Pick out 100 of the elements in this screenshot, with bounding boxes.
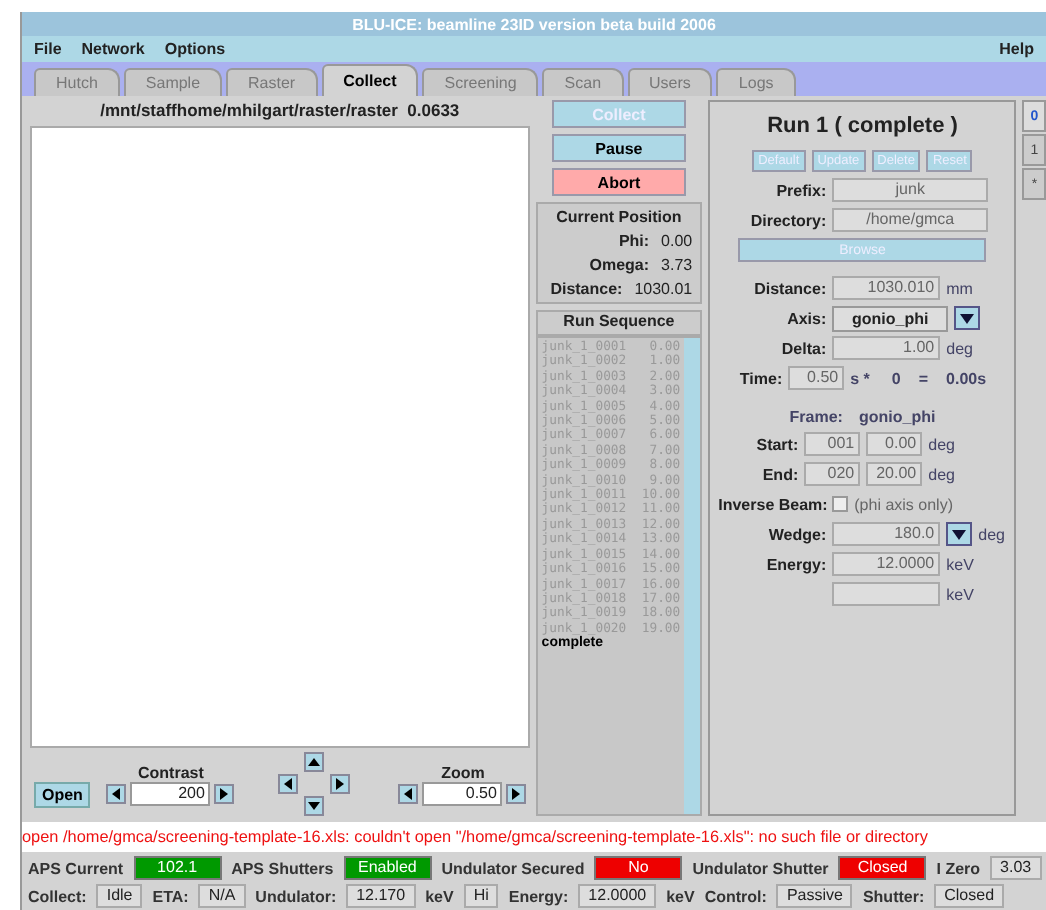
field-label: Delta:	[779, 339, 827, 357]
triangle-left-icon	[402, 787, 415, 799]
position-value: 3.73	[661, 256, 693, 274]
decrease-button[interactable]	[398, 783, 419, 803]
equals-sign: =	[918, 369, 929, 387]
field-label: Axis:	[785, 309, 827, 327]
menu-item[interactable]: Options	[164, 40, 226, 58]
status-value: Idle	[96, 884, 143, 908]
status-value: Hi	[463, 884, 499, 908]
unit-label: keV	[946, 555, 974, 573]
decrease-button[interactable]	[106, 783, 127, 803]
action-button[interactable]: Pause	[551, 134, 687, 162]
status-label: I Zero	[936, 859, 981, 877]
status-value: N/A	[198, 884, 246, 908]
status-indicator: 102.1	[133, 856, 222, 880]
distance-field[interactable]: 1030.010	[832, 276, 941, 300]
status-value: Passive	[776, 884, 853, 908]
inverse-beam-checkbox[interactable]	[832, 496, 849, 512]
status-value: Closed	[934, 884, 1005, 908]
tab[interactable]: Collect	[321, 64, 419, 96]
tab[interactable]: Sample	[123, 68, 223, 96]
field-label: Energy:	[764, 555, 827, 573]
angle-field[interactable]: 20.00	[866, 462, 923, 486]
tab[interactable]: Users	[627, 68, 713, 96]
triangle-down-icon	[308, 800, 321, 812]
field-label: Inverse Beam:	[718, 495, 827, 513]
total-time: 0.00s	[946, 369, 987, 387]
image-path: /mnt/staffhome/mhilgart/raster/raster 0.0633	[98, 100, 462, 122]
left-button[interactable]	[278, 774, 299, 794]
increase-button[interactable]	[214, 783, 235, 803]
field-label: Distance:	[752, 279, 827, 297]
angle-field[interactable]: 0.00	[866, 432, 923, 456]
checkbox-note: (phi axis only)	[854, 495, 953, 513]
tab[interactable]: Scan	[542, 68, 624, 96]
unit-label: deg	[946, 339, 973, 357]
status-label: Shutter:	[862, 887, 925, 905]
status-value: 12.170	[346, 884, 416, 908]
unit-label: deg	[978, 525, 1005, 543]
status-label: APS Current	[28, 859, 124, 877]
time-field[interactable]: 0.50	[788, 366, 845, 390]
tab[interactable]: Hutch	[34, 68, 120, 96]
field-label: Time:	[737, 369, 783, 387]
frame-field[interactable]: 020	[804, 462, 861, 486]
column-header: Frame:	[789, 408, 843, 426]
frame-field[interactable]: 001	[804, 432, 861, 456]
status-label: Control:	[704, 887, 767, 905]
window-title: BLU-ICE: beamline 23ID version beta build 2006	[22, 12, 1046, 36]
triangle-right-icon	[510, 787, 523, 799]
triangle-up-icon	[308, 756, 321, 768]
triangle-left-icon	[282, 778, 295, 790]
field-label: Directory:	[748, 211, 827, 229]
status-label: Collect:	[28, 887, 87, 905]
abort-button[interactable]: Abort	[551, 168, 687, 196]
unit-label: keV	[666, 887, 695, 905]
status-label: ETA:	[152, 887, 189, 905]
menu-item[interactable]: Help	[999, 40, 1034, 58]
tab[interactable]: Raster	[226, 68, 318, 96]
directory-field[interactable]: /home/gmca	[832, 208, 989, 232]
energy-field[interactable]: 12.0000	[832, 552, 941, 576]
up-button[interactable]	[304, 752, 325, 772]
energy-field[interactable]	[832, 582, 941, 606]
zoom-label: Zoom	[441, 763, 485, 781]
unit-label: keV	[425, 887, 454, 905]
status-label: APS Shutters	[231, 859, 334, 877]
tab[interactable]: Logs	[716, 68, 796, 96]
status-indicator: Closed	[838, 856, 927, 880]
right-button[interactable]	[330, 774, 351, 794]
down-button[interactable]	[304, 796, 325, 816]
contrast-field[interactable]: 200	[130, 781, 211, 805]
field-label: Wedge:	[766, 525, 827, 543]
frame-count: 0	[891, 369, 901, 387]
run-title: Run 1 ( complete )	[765, 112, 960, 142]
wedge-field[interactable]: 180.0	[832, 522, 941, 546]
increase-button[interactable]	[506, 783, 527, 803]
field-label: Start:	[754, 435, 799, 453]
status-label: Undulator Shutter	[692, 859, 829, 877]
status-value: 12.0000	[578, 884, 657, 908]
unit-label: keV	[946, 585, 974, 603]
status-label: Undulator Secured	[441, 859, 585, 877]
scrollbar[interactable]	[684, 338, 701, 814]
triangle-right-icon	[334, 778, 347, 790]
status-label: Undulator:	[255, 887, 337, 905]
menu-item[interactable]: File	[34, 40, 62, 58]
status-value: 3.03	[990, 856, 1042, 880]
position-value: 1030.01	[634, 280, 693, 298]
panel-title: Current Position	[554, 208, 684, 226]
delta-field[interactable]: 1.00	[832, 336, 941, 360]
triangle-left-icon	[110, 787, 123, 799]
panel-title: Run Sequence	[535, 310, 703, 336]
unit-label: deg	[928, 435, 955, 453]
axis-dropdown[interactable]: gonio_phi	[832, 305, 949, 331]
prefix-field[interactable]: junk	[832, 178, 989, 202]
status-indicator: No	[594, 856, 683, 880]
contrast-label: Contrast	[138, 763, 204, 781]
tab[interactable]: Screening	[422, 68, 539, 96]
open-button[interactable]: Open	[34, 781, 91, 807]
field-label: End:	[760, 465, 799, 483]
menu-item[interactable]: Network	[81, 40, 145, 58]
zoom-field[interactable]: 0.50	[422, 781, 503, 805]
position-value: 0.00	[661, 232, 693, 250]
